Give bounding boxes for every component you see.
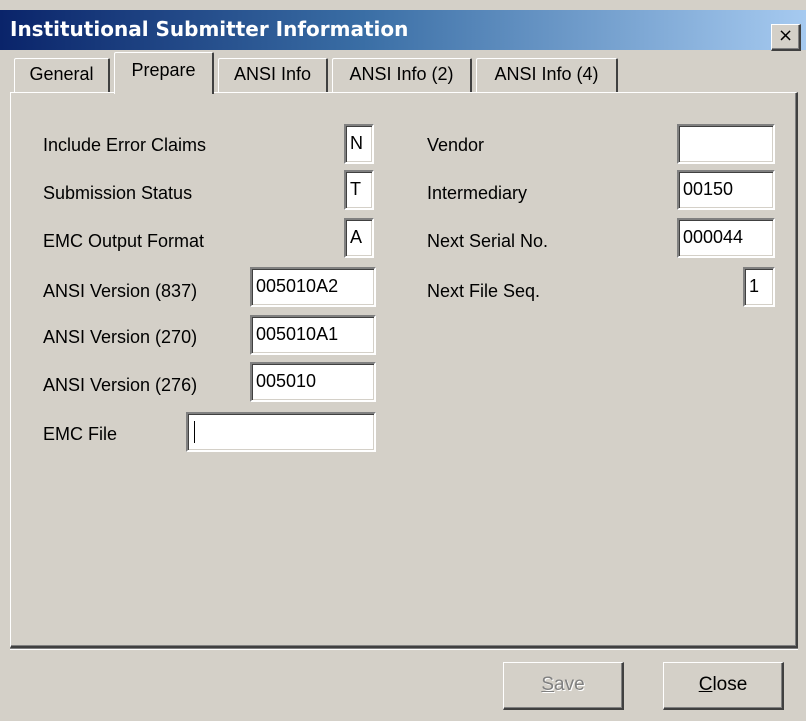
- save-label: ave: [554, 674, 585, 695]
- ansi-version-837-field[interactable]: 005010A2: [250, 267, 376, 307]
- next-serial-no-field[interactable]: 000044: [677, 218, 775, 258]
- close-window-button[interactable]: ×: [771, 24, 801, 51]
- include-error-claims-label: Include Error Claims: [43, 135, 207, 155]
- tab-ansi-info[interactable]: ANSI Info: [218, 58, 328, 92]
- emc-output-format-field[interactable]: A: [344, 218, 374, 258]
- intermediary-label: Intermediary: [427, 183, 528, 203]
- save-mnemonic: S: [541, 674, 555, 695]
- next-file-seq-field[interactable]: 1: [743, 267, 775, 307]
- next-serial-no-label: Next Serial No.: [427, 231, 549, 251]
- tab-label: Prepare: [131, 60, 196, 80]
- tab-label: General: [29, 64, 94, 84]
- vendor-field[interactable]: [677, 124, 775, 164]
- tab-label: ANSI Info: [233, 64, 312, 84]
- submission-status-label: Submission Status: [43, 183, 193, 203]
- title-bar[interactable]: Institutional Submitter Information ×: [0, 10, 806, 51]
- vendor-label: Vendor: [427, 135, 485, 155]
- emc-file-input[interactable]: [186, 412, 376, 452]
- close-label: lose: [712, 674, 748, 695]
- next-file-seq-label: Next File Seq.: [427, 281, 541, 301]
- include-error-claims-field[interactable]: N: [344, 124, 374, 164]
- close-mnemonic: C: [698, 674, 713, 695]
- tab-label: ANSI Info (2): [349, 64, 454, 84]
- tab-prepare[interactable]: Prepare: [114, 52, 214, 94]
- ansi-version-276-label: ANSI Version (276): [43, 375, 198, 395]
- save-button[interactable]: Save: [503, 662, 624, 710]
- tab-ansi-info-4[interactable]: ANSI Info (4): [476, 58, 618, 92]
- window-title: Institutional Submitter Information: [10, 17, 409, 41]
- submission-status-field[interactable]: T: [344, 170, 374, 210]
- tab-general[interactable]: General: [14, 58, 110, 92]
- ansi-version-270-field[interactable]: 005010A1: [250, 315, 376, 355]
- ansi-version-276-field[interactable]: 005010: [250, 362, 376, 402]
- ansi-version-837-label: ANSI Version (837): [43, 281, 198, 301]
- text-cursor: [194, 421, 195, 444]
- ansi-version-270-label: ANSI Version (270): [43, 327, 198, 347]
- footer-separator: [10, 648, 798, 650]
- dialog-window: Institutional Submitter Information × Ge…: [0, 0, 806, 721]
- tab-ansi-info-2[interactable]: ANSI Info (2): [332, 58, 472, 92]
- close-icon: ×: [777, 25, 794, 46]
- emc-output-format-label: EMC Output Format: [43, 231, 205, 251]
- intermediary-field[interactable]: 00150: [677, 170, 775, 210]
- close-button[interactable]: Close: [663, 662, 784, 710]
- emc-file-label: EMC File: [43, 424, 118, 444]
- tab-label: ANSI Info (4): [494, 64, 599, 84]
